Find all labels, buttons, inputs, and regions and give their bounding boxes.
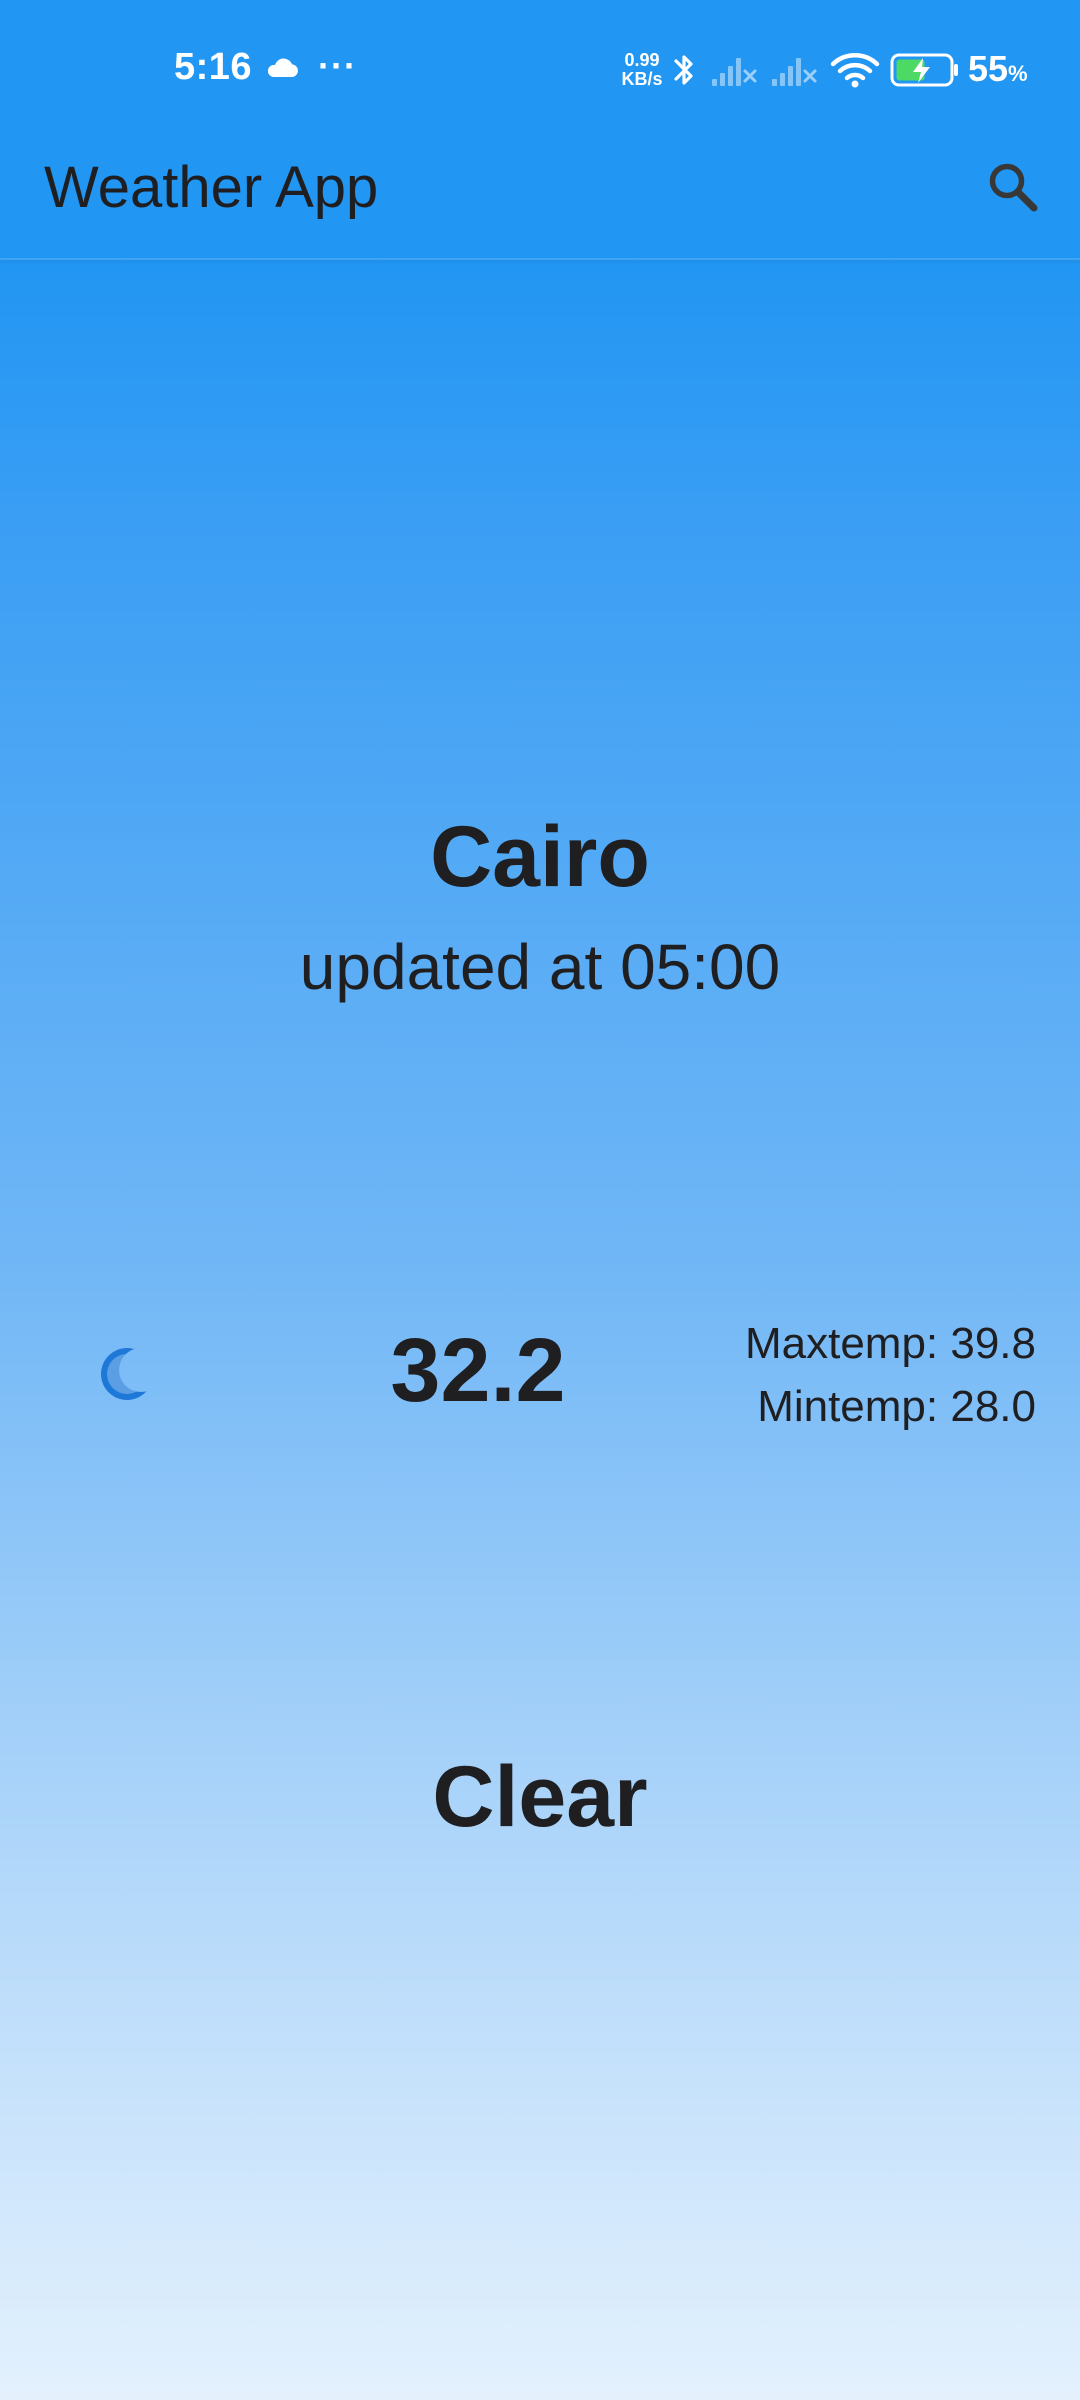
network-speed-unit: KB/s <box>621 69 663 89</box>
temperature-range: Maxtemp: 39.8 Mintemp: 28.0 <box>745 1312 1036 1438</box>
status-bar: 5:16 ··· 0.99 KB/s 55% <box>0 0 1080 138</box>
battery-percent: 55% <box>968 48 1028 90</box>
network-speed-value: 0.99 <box>624 50 660 70</box>
moon-icon <box>101 1348 153 1400</box>
updated-time: updated at 05:00 <box>299 931 781 1003</box>
search-icon <box>989 163 1038 212</box>
current-temperature: 32.2 <box>390 1321 566 1421</box>
wifi-icon <box>830 53 880 88</box>
more-notifications-icon: ··· <box>318 45 357 86</box>
city-name: Cairo <box>430 809 650 905</box>
app-title: Weather App <box>44 155 379 220</box>
max-temperature: Maxtemp: 39.8 <box>744 1319 1036 1368</box>
weather-screen: 5:16 ··· 0.99 KB/s 55% Weather App Cairo… <box>0 0 1080 2400</box>
search-button[interactable] <box>978 152 1050 224</box>
battery-charging-icon <box>890 53 958 87</box>
min-temperature: Mintemp: 28.0 <box>757 1382 1036 1431</box>
cloud-icon <box>267 58 298 77</box>
weather-condition: Clear <box>432 1749 648 1845</box>
bluetooth-icon <box>674 55 693 85</box>
signal-icon <box>772 58 817 86</box>
app-bar: Weather App <box>0 138 1080 260</box>
network-speed: 0.99 KB/s <box>616 51 668 89</box>
battery-percent-value: 55 <box>968 48 1009 89</box>
battery-percent-sign: % <box>1008 61 1028 86</box>
signal-icon <box>712 58 757 86</box>
status-time: 5:16 <box>174 46 253 88</box>
